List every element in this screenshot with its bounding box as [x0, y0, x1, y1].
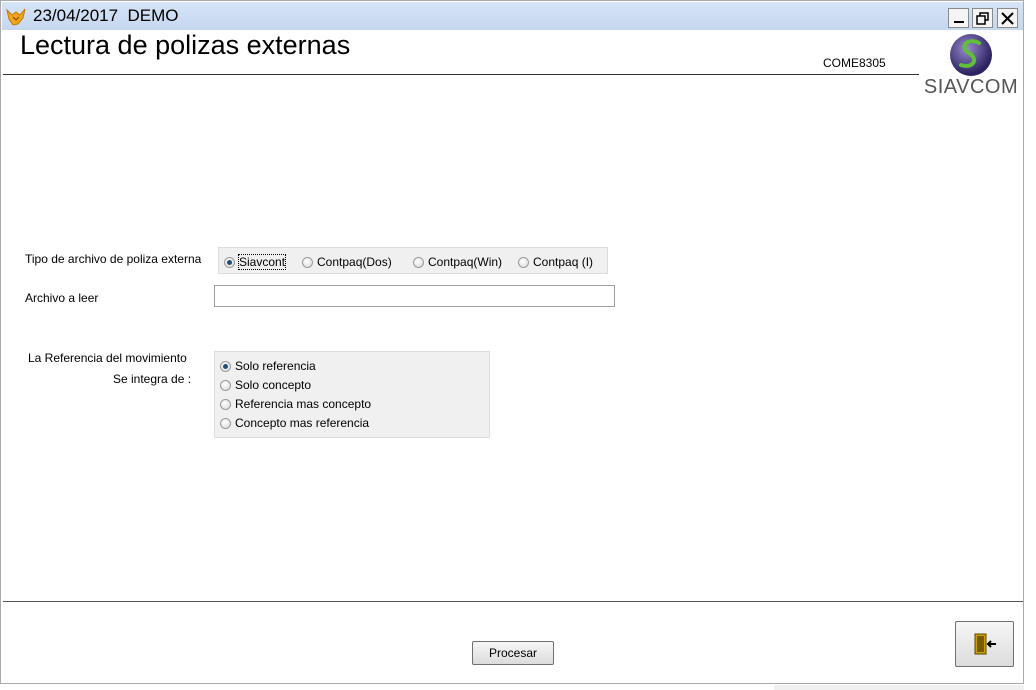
radio-unselected-icon [220, 379, 231, 391]
radio-label: Solo concepto [235, 378, 312, 392]
radio-contpaq-i[interactable]: Contpaq (I) [518, 255, 593, 269]
app-window: 23/04/2017 DEMO Lectura de polizas exter… [0, 0, 1024, 684]
radio-selected-icon [220, 360, 231, 372]
radio-label: Siavcont [237, 254, 287, 270]
archivo-label: Archivo a leer [25, 291, 99, 305]
radio-unselected-icon [413, 256, 424, 268]
radio-contpaq-dos[interactable]: Contpaq(Dos) [302, 255, 392, 269]
referencia-label: La Referencia del movimiento [28, 351, 187, 365]
radio-siavcont[interactable]: Siavcont [224, 254, 287, 270]
exit-door-icon [974, 633, 996, 655]
radio-unselected-icon [302, 256, 313, 268]
siavcom-logo: SIAVCOM [923, 33, 1019, 101]
radio-label: Contpaq (I) [533, 255, 594, 269]
minimize-button[interactable] [948, 8, 969, 28]
radio-unselected-icon [518, 256, 529, 268]
radio-contpaq-win[interactable]: Contpaq(Win) [413, 255, 502, 269]
minimize-icon [953, 21, 964, 23]
restore-button[interactable] [972, 8, 993, 28]
procesar-button[interactable]: Procesar [472, 641, 554, 665]
radio-label: Solo referencia [235, 359, 316, 373]
radio-label: Concepto mas referencia [235, 416, 370, 430]
page-title: Lectura de polizas externas [20, 30, 351, 60]
radio-unselected-icon [220, 398, 231, 410]
se-integra-label: Se integra de : [113, 372, 192, 386]
radio-concepto-mas-referencia[interactable]: Concepto mas referencia [220, 416, 369, 430]
referencia-group: Solo referencia Solo concepto Referencia… [214, 351, 490, 438]
exit-button[interactable] [955, 621, 1014, 667]
radio-solo-referencia[interactable]: Solo referencia [220, 359, 316, 373]
radio-solo-concepto[interactable]: Solo concepto [220, 378, 311, 392]
close-button[interactable] [997, 8, 1018, 28]
tipo-archivo-group: Siavcont Contpaq(Dos) Contpaq(Win) Contp… [218, 247, 608, 274]
scrollbar-stub [774, 685, 1024, 690]
radio-referencia-mas-concepto[interactable]: Referencia mas concepto [220, 397, 371, 411]
footer-divider [3, 601, 1023, 602]
radio-label: Referencia mas concepto [235, 397, 372, 411]
screen-code: COME8305 [823, 56, 886, 70]
close-icon [1001, 11, 1014, 25]
radio-unselected-icon [220, 417, 231, 429]
restore-icon [976, 11, 989, 25]
fox-icon [5, 6, 27, 28]
logo-emblem-icon [950, 34, 992, 76]
tipo-archivo-label: Tipo de archivo de poliza externa [25, 252, 202, 266]
title-bar: 23/04/2017 DEMO [2, 2, 1023, 30]
radio-selected-icon [224, 256, 235, 268]
radio-label: Contpaq(Dos) [317, 255, 392, 269]
radio-label: Contpaq(Win) [428, 255, 503, 269]
window-title: 23/04/2017 DEMO [33, 6, 179, 25]
title-divider [3, 74, 919, 75]
logo-text: SIAVCOM [923, 76, 1019, 98]
archivo-input[interactable] [214, 285, 615, 307]
